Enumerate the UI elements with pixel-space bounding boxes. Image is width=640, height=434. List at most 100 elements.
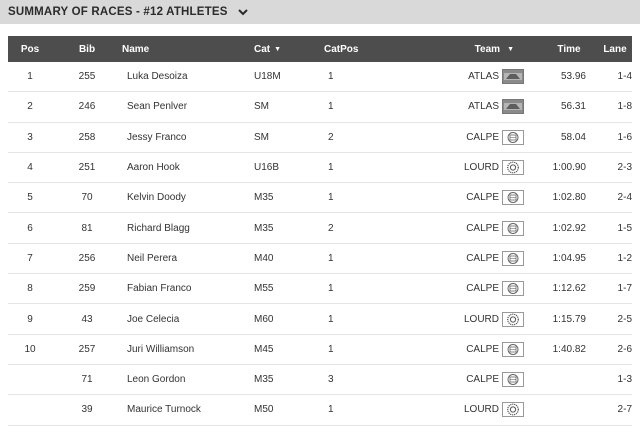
team-name: CALPE — [466, 374, 499, 386]
cell-time: 56.31 — [560, 101, 586, 113]
cell-team: LOURD — [442, 160, 524, 176]
cell-cat: M45 — [254, 343, 274, 355]
cell-name: Neil Perera — [127, 252, 178, 264]
team-name: CALPE — [466, 131, 499, 143]
cell-name: Aaron Hook — [127, 162, 180, 174]
calpe-crest-icon — [502, 372, 524, 388]
cell-bib: 256 — [78, 252, 96, 264]
cell-lane: 1-8 — [617, 101, 632, 113]
calpe-crest-icon — [502, 341, 524, 357]
cell-pos: 5 — [27, 192, 33, 204]
cell-team: ATLAS — [442, 99, 524, 115]
team-name: LOURD — [463, 313, 499, 325]
team-name: CALPE — [466, 252, 499, 264]
cell-team: CALPE — [442, 129, 524, 145]
cell-team: LOURD — [442, 311, 524, 327]
atlas-crest-icon — [502, 99, 524, 115]
cell-team: ATLAS — [442, 69, 524, 85]
calpe-crest-icon — [502, 129, 524, 145]
col-bib: Bib — [78, 43, 96, 55]
cell-catpos: 1 — [328, 71, 334, 83]
cell-pos: 8 — [27, 283, 33, 295]
cell-catpos: 1 — [328, 101, 334, 113]
cell-lane: 2-4 — [617, 192, 632, 204]
col-catpos: CatPos — [324, 43, 359, 55]
summary-header[interactable]: SUMMARY OF RACES - #12 ATHLETES — [0, 0, 640, 24]
cell-bib: 255 — [78, 71, 96, 83]
calpe-crest-icon — [502, 281, 524, 297]
summary-title: SUMMARY OF RACES - #12 ATHLETES — [8, 6, 228, 18]
cell-team: CALPE — [442, 250, 524, 266]
lourd-crest-icon — [502, 160, 524, 176]
table-row[interactable]: 3 258 Jessy Franco SM 2 CALPE 58.04 1-6 — [8, 123, 632, 153]
table-row[interactable]: 39 Maurice Turnock M50 1 LOURD 2-7 — [8, 395, 632, 426]
col-time: Time — [557, 43, 581, 55]
cell-time: 1:00.90 — [552, 162, 586, 174]
cell-lane: 1-7 — [617, 283, 632, 295]
cell-pos: 7 — [27, 252, 33, 264]
cell-bib: 258 — [78, 131, 96, 143]
cell-cat: M40 — [254, 252, 274, 264]
lourd-crest-icon — [502, 402, 524, 418]
cell-pos: 4 — [27, 162, 33, 174]
cell-name: Leon Gordon — [127, 374, 186, 386]
team-name: CALPE — [466, 192, 499, 204]
cell-cat: M35 — [254, 192, 274, 204]
cell-name: Luka Desoiza — [127, 71, 188, 83]
cell-lane: 1-2 — [617, 252, 632, 264]
team-name: CALPE — [466, 343, 499, 355]
cell-catpos: 1 — [328, 404, 334, 416]
cell-lane: 1-3 — [617, 374, 632, 386]
cell-pos: 1 — [27, 71, 33, 83]
cell-team: CALPE — [442, 281, 524, 297]
results-table: Pos Bib Name Cat ▼ CatPos Team ▼ Time Lane… — [8, 36, 632, 426]
col-cat-sort[interactable]: Cat ▼ — [250, 44, 324, 55]
cell-pos: 3 — [27, 131, 33, 143]
cell-catpos: 1 — [328, 192, 334, 204]
cell-cat: SM — [254, 131, 269, 143]
table-row[interactable]: 7 256 Neil Perera M40 1 CALPE 1:04.95 1-2 — [8, 244, 632, 275]
cell-cat: M35 — [254, 222, 274, 234]
table-row[interactable]: 1 255 Luka Desoiza U18M 1 ATLAS 53.96 1-4 — [8, 62, 632, 93]
table-row[interactable]: 71 Leon Gordon M35 3 CALPE 1-3 — [8, 365, 632, 396]
cell-team: LOURD — [442, 402, 524, 418]
chevron-down-icon[interactable] — [237, 6, 249, 18]
atlas-crest-icon — [502, 69, 524, 85]
cell-lane: 2-6 — [617, 343, 632, 355]
calpe-crest-icon — [502, 220, 524, 236]
table-row[interactable]: 5 70 Kelvin Doody M35 1 CALPE 1:02.80 2-4 — [8, 183, 632, 214]
cell-cat: M60 — [254, 313, 274, 325]
cell-bib: 259 — [78, 283, 96, 295]
cell-time: 58.04 — [560, 131, 586, 143]
cell-team: CALPE — [442, 372, 524, 388]
cell-name: Jessy Franco — [127, 131, 187, 143]
table-row[interactable]: 4 251 Aaron Hook U16B 1 LOURD 1:00.90 2-3 — [8, 153, 632, 184]
lourd-crest-icon — [502, 311, 524, 327]
cell-lane: 1-6 — [617, 131, 632, 143]
cell-time: 1:02.92 — [552, 222, 586, 234]
cell-cat: M55 — [254, 283, 274, 295]
col-lane: Lane — [603, 43, 627, 55]
cell-name: Richard Blagg — [127, 222, 190, 234]
cell-lane: 1-5 — [617, 222, 632, 234]
table-row[interactable]: 2 246 Sean Penlver SM 1 ATLAS 56.31 1-8 — [8, 92, 632, 123]
calpe-crest-icon — [502, 190, 524, 206]
cell-catpos: 1 — [328, 252, 334, 264]
team-name: LOURD — [463, 162, 499, 174]
table-row[interactable]: 9 43 Joe Celecia M60 1 LOURD 1:15.79 2-5 — [8, 304, 632, 335]
table-row[interactable]: 8 259 Fabian Franco M55 1 CALPE 1:12.62 1-7 — [8, 274, 632, 305]
cell-cat: M50 — [254, 404, 274, 416]
cell-cat: U18M — [254, 71, 281, 83]
cell-pos: 10 — [24, 343, 36, 355]
table-header: Pos Bib Name Cat ▼ CatPos Team ▼ Time Lane — [8, 36, 632, 62]
team-name: ATLAS — [468, 71, 499, 83]
cell-catpos: 1 — [328, 283, 334, 295]
table-row[interactable]: 6 81 Richard Blagg M35 2 CALPE 1:02.92 1-5 — [8, 213, 632, 244]
table-row[interactable]: 10 257 Juri Williamson M45 1 CALPE 1:40.82 2-6 — [8, 335, 632, 365]
cell-catpos: 1 — [328, 343, 334, 355]
col-team-sort[interactable]: Team ▼ — [442, 44, 524, 55]
cell-name: Fabian Franco — [127, 283, 192, 295]
cell-cat: M35 — [254, 374, 274, 386]
cell-pos: 6 — [27, 222, 33, 234]
cell-lane: 2-3 — [617, 162, 632, 174]
